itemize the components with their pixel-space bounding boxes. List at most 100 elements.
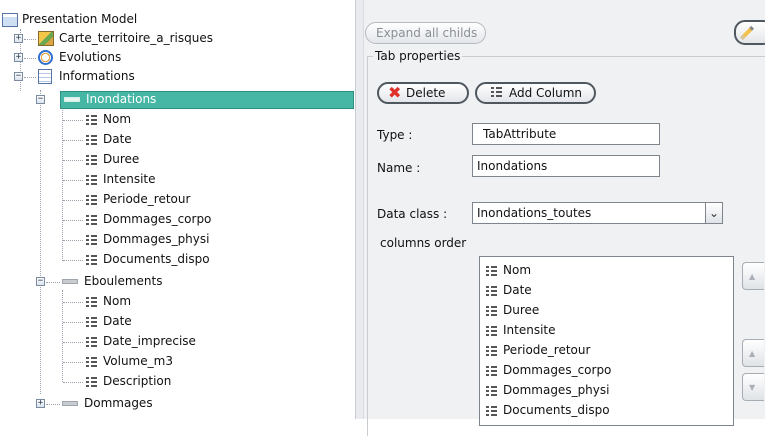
tree-guide-line [63, 342, 83, 343]
tree-guide-line [46, 282, 60, 283]
tree-node-label: Date_imprecise [103, 334, 196, 348]
tree-node-attribute[interactable]: Periode_retour [0, 190, 300, 209]
columns-order-list[interactable]: Nom Date Duree Intensite Periode_retour … [479, 256, 734, 426]
attribute-icon [86, 377, 97, 387]
tree-guide-line [46, 404, 60, 405]
attribute-icon [486, 406, 497, 416]
tree-node-eboulements[interactable]: − Eboulements [0, 272, 355, 291]
tree-node-attribute[interactable]: Date [0, 130, 300, 149]
collapse-icon[interactable]: − [14, 72, 23, 81]
list-item-label: Intensite [503, 323, 556, 337]
attribute-icon [86, 235, 97, 245]
tree-node-label: Intensite [103, 172, 156, 186]
tree-node-label: Date [103, 132, 132, 146]
tree-guide-line [63, 180, 83, 181]
type-field: ▫ TabAttribute [472, 123, 660, 145]
tree-node-attribute[interactable]: Date [0, 312, 300, 331]
list-item-label: Duree [503, 303, 540, 317]
tree-guide-line [63, 322, 83, 323]
model-icon [2, 13, 18, 27]
tree-guide-line [24, 58, 36, 59]
expand-icon[interactable]: + [14, 53, 23, 62]
columns-order-label: columns order [380, 236, 467, 250]
list-item-label: Nom [503, 263, 532, 277]
arrow-up-icon: ▲ [749, 272, 756, 281]
move-down-button[interactable]: ▼ [742, 373, 764, 401]
list-item-label: Date [503, 283, 532, 297]
tree-node-label: Documents_dispo [103, 252, 210, 266]
tree-node-attribute[interactable]: Duree [0, 150, 300, 169]
list-item-label: Dommages_corpo [503, 363, 612, 377]
tree-node-attribute[interactable]: Dommages_physi [0, 230, 300, 249]
attribute-icon [86, 155, 97, 165]
tree-node-attribute[interactable]: Nom [0, 110, 300, 129]
column-icon [491, 87, 502, 97]
expand-all-button[interactable]: Expand all childs [365, 22, 486, 44]
tab-icon [62, 401, 78, 406]
tree-guide-line [24, 39, 36, 40]
type-value: TabAttribute [483, 127, 557, 141]
arrow-down-icon: ▼ [749, 383, 756, 392]
move-up-button[interactable]: ▲ [742, 339, 764, 367]
list-item-label: Periode_retour [503, 343, 591, 357]
attribute-icon [86, 195, 97, 205]
collapse-icon[interactable]: − [36, 277, 45, 286]
tree-node-informations[interactable]: − Informations [0, 67, 355, 86]
attribute-icon [486, 266, 497, 276]
tree-node-label: Presentation Model [22, 12, 138, 26]
data-class-value: Inondations_toutes [477, 206, 592, 220]
tree-node-attribute[interactable]: Dommages_corpo [0, 210, 300, 229]
map-icon [38, 31, 54, 46]
presentation-tree[interactable]: Presentation Model + Carte_territoire_a_… [0, 0, 355, 419]
tree-node-attribute[interactable]: Intensite [0, 170, 300, 189]
tree-node-attribute[interactable]: Nom [0, 292, 300, 311]
tree-guide-line [63, 362, 83, 363]
tree-node-label: Dommages [84, 396, 153, 410]
tree-node-attribute[interactable]: Volume_m3 [0, 352, 300, 371]
document-icon [38, 69, 52, 84]
tree-node-dommages[interactable]: + Dommages [0, 394, 355, 413]
textbox-corner-icon: ▫ [475, 136, 480, 144]
add-column-button[interactable]: Add Column [475, 82, 596, 104]
chevron-down-icon[interactable]: ⌄ [705, 203, 722, 223]
tree-node-inondations[interactable]: − Inondations [0, 90, 355, 109]
expand-icon[interactable]: + [36, 399, 45, 408]
tree-node-label: Eboulements [84, 274, 163, 288]
attribute-icon [86, 255, 97, 265]
tree-guide-line [63, 160, 83, 161]
tree-node-attribute[interactable]: Documents_dispo [0, 250, 300, 269]
collapse-icon[interactable]: − [36, 95, 45, 104]
edit-button[interactable] [734, 20, 765, 45]
tree-node-root[interactable]: Presentation Model [0, 10, 355, 29]
attribute-icon [86, 337, 97, 347]
attribute-icon [86, 115, 97, 125]
tree-node-attribute[interactable]: Date_imprecise [0, 332, 300, 351]
attribute-icon [486, 346, 497, 356]
add-column-button-label: Add Column [509, 86, 583, 100]
tree-node-carte[interactable]: + Carte_territoire_a_risques [0, 29, 355, 48]
tree-node-label: Dommages_corpo [103, 212, 212, 226]
properties-panel: Expand all childs Tab properties ✖ Delet… [364, 0, 765, 436]
tree-guide-line [24, 77, 36, 78]
tree-guide-line [63, 200, 83, 201]
type-label: Type : [377, 128, 413, 142]
tree-node-label: Volume_m3 [103, 354, 173, 368]
move-top-button[interactable]: ▲ [742, 262, 764, 290]
tree-node-label: Inondations [86, 92, 157, 106]
attribute-icon [486, 306, 497, 316]
expand-icon[interactable]: + [14, 34, 23, 43]
attribute-icon [86, 297, 97, 307]
name-input[interactable]: Inondations [472, 155, 660, 177]
tree-node-evolutions[interactable]: + Evolutions [0, 48, 355, 67]
splitter[interactable] [355, 0, 364, 419]
tab-icon [64, 97, 80, 102]
data-class-select[interactable]: Inondations_toutes ⌄ [472, 202, 723, 224]
attribute-icon [86, 317, 97, 327]
tree-node-attribute[interactable]: Description [0, 372, 300, 391]
tree-guide-line [63, 240, 83, 241]
tab-icon [62, 279, 78, 284]
delete-button-label: Delete [406, 86, 446, 100]
pencil-icon [739, 25, 755, 41]
delete-button[interactable]: ✖ Delete [377, 82, 469, 104]
tab-properties-legend: Tab properties [373, 49, 463, 63]
